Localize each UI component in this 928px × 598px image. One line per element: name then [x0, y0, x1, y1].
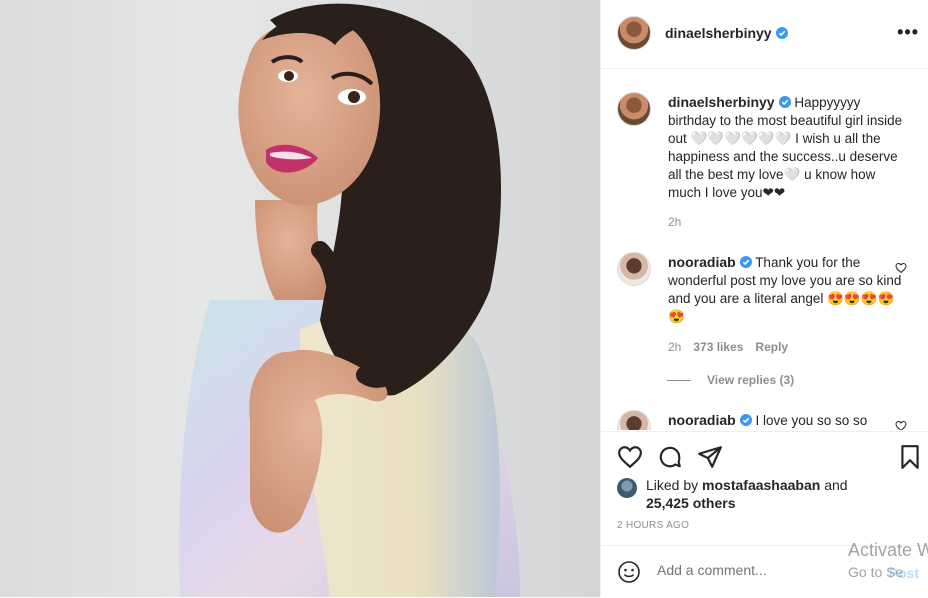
post-header: dinaelsherbinyy •••	[601, 0, 928, 69]
caption-username[interactable]: dinaelsherbinyy	[668, 94, 775, 110]
verified-badge-icon	[739, 414, 752, 426]
post-photo[interactable]	[0, 0, 600, 597]
comment-like-heart-icon[interactable]	[895, 262, 907, 274]
verified-badge-icon	[775, 27, 788, 39]
activation-watermark-subtitle: Go to Se	[848, 564, 904, 580]
comment-text: I love you so so so	[755, 413, 868, 428]
caption-time[interactable]: 2h	[668, 215, 681, 229]
likes-others[interactable]: 25,425 others	[646, 495, 736, 511]
view-replies-label: View replies (3)	[707, 373, 795, 387]
bookmark-icon[interactable]	[897, 444, 923, 470]
action-bar	[601, 431, 928, 482]
more-options-icon[interactable]: •••	[897, 22, 919, 43]
view-replies-button[interactable]: View replies (3)	[667, 373, 794, 387]
post-side-panel: dinaelsherbinyy ••• dinaelsherbinyy Happ…	[600, 0, 928, 597]
author-username[interactable]: dinaelsherbinyy	[665, 25, 772, 41]
heart-icon[interactable]	[617, 444, 643, 470]
comment-icon[interactable]	[657, 444, 683, 470]
comment-time[interactable]: 2h	[668, 340, 681, 354]
likes-prefix: Liked by	[646, 477, 703, 493]
comment-username[interactable]: nooradiab	[668, 254, 736, 270]
comment-text-block: nooradiab I love you so so so	[668, 411, 903, 430]
comment-avatar[interactable]	[617, 410, 651, 430]
post-timestamp[interactable]: 2 HOURS AGO	[617, 520, 689, 531]
caption-text: Happyyyyy birthday to the most beautiful…	[668, 95, 903, 200]
comment-like-heart-icon[interactable]	[895, 420, 907, 430]
caption-avatar[interactable]	[617, 92, 651, 126]
emoji-icon[interactable]	[617, 560, 641, 584]
comment-likes[interactable]: 373 likes	[693, 340, 743, 354]
caption-text-block: dinaelsherbinyy Happyyyyy birthday to th…	[668, 93, 903, 202]
comment-avatar[interactable]	[617, 252, 651, 286]
comment-input[interactable]	[657, 562, 837, 578]
author-avatar[interactable]	[617, 16, 651, 50]
comments-list[interactable]: dinaelsherbinyy Happyyyyy birthday to th…	[601, 70, 928, 430]
liker-username[interactable]: mostafaashaaban	[702, 477, 820, 493]
likes-text: Liked by mostafaashaaban and 25,425 othe…	[646, 476, 886, 512]
verified-badge-icon	[778, 96, 791, 108]
comment-meta: 2h 373 likes Reply	[668, 340, 800, 354]
verified-badge-icon	[739, 256, 752, 268]
activation-watermark-title: Activate W	[848, 540, 928, 560]
post-photo-illustration	[179, 3, 520, 597]
comment-text-block: nooradiab Thank you for the wonderful po…	[668, 253, 903, 326]
share-icon[interactable]	[697, 444, 723, 470]
liker-avatar[interactable]	[617, 478, 637, 498]
replies-divider	[667, 380, 691, 382]
reply-button[interactable]: Reply	[755, 340, 788, 354]
likes-mid: and	[820, 477, 848, 493]
comment-username[interactable]: nooradiab	[668, 412, 736, 428]
